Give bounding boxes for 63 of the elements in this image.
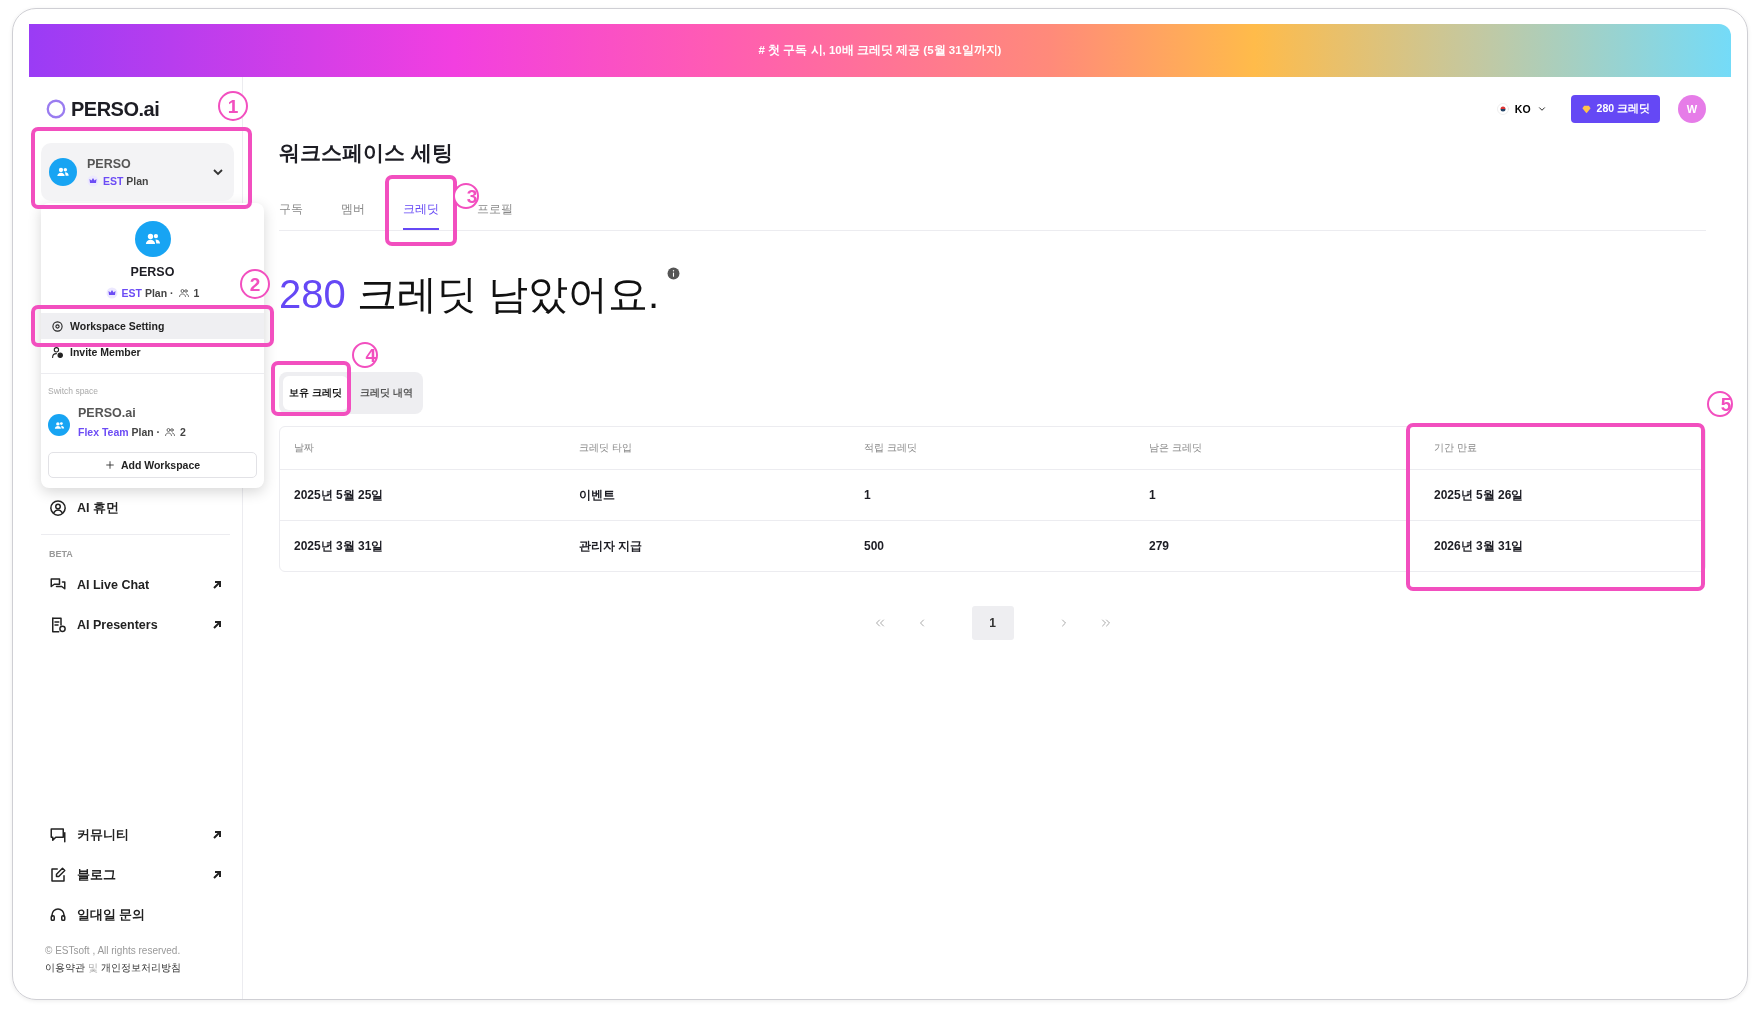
plan-label: Flex Team Plan · — [78, 426, 161, 438]
callout-number: 5 — [1707, 391, 1733, 417]
nav-label: AI 휴먼 — [77, 499, 120, 517]
segment[interactable]: 보유 크레딧 — [283, 376, 348, 410]
column-header: 기간 만료 — [1420, 427, 1705, 470]
member-count: 2 — [180, 426, 186, 438]
page-button[interactable]: 1 — [971, 606, 1014, 640]
page-title: 워크스페이스 세팅 — [279, 140, 454, 166]
nav-label: 일대일 문의 — [77, 906, 147, 924]
nav-item[interactable]: AI Live Chat — [41, 565, 242, 605]
plan-label: EST Plan · — [121, 287, 174, 299]
language-selector[interactable]: KO — [1490, 102, 1553, 116]
workspace-name: PERSO — [130, 265, 175, 279]
add-workspace-button[interactable]: Add Workspace — [48, 452, 257, 478]
table-cell-text: 2026년 3월 31일 — [1433, 537, 1525, 555]
nav-item[interactable]: AI Presenters — [41, 605, 242, 645]
menu-item[interactable]: Invite Member — [41, 339, 264, 365]
tab[interactable]: 프로필 — [477, 195, 513, 230]
logo-text: PERSO.ai — [71, 97, 160, 121]
nav-item[interactable]: 커뮤니티 — [41, 815, 242, 855]
nav-label: 블로그 — [77, 866, 117, 884]
table-cell: 2025년 5월 25일 — [280, 470, 565, 521]
workspace-name[interactable]: PERSO.ai — [78, 406, 186, 420]
column-header: 적립 크레딧 — [850, 427, 1135, 470]
privacy-link[interactable]: 개인정보처리방침 — [101, 961, 181, 975]
table-cell: 이벤트 — [565, 470, 850, 521]
table-cell-text: 279 — [1148, 538, 1171, 555]
terms-link[interactable]: 이용약관 — [45, 961, 85, 975]
table-cell-text: 500 — [863, 538, 886, 555]
credits-button[interactable]: 280 크레딧 — [1570, 95, 1660, 123]
callout-number: 3 — [453, 183, 479, 209]
tab[interactable]: 크레딧 — [403, 195, 439, 230]
table-cell: 2025년 5월 26일 — [1420, 470, 1705, 521]
callout-number: 1 — [218, 91, 248, 121]
table-cell: 1 — [1135, 470, 1420, 521]
nav-label: AI Presenters — [77, 618, 159, 632]
credits-remaining-text: 280 크레딧 남았어요. — [279, 271, 660, 318]
workspace-switcher[interactable]: PERSO EST Plan — [41, 143, 234, 201]
workspace-name: PERSO — [87, 157, 132, 171]
plan-label: EST Plan — [103, 175, 149, 187]
link-joiner: 및 — [88, 961, 98, 975]
copyright-text: © ESTsoft , All rights reserved. — [45, 945, 182, 956]
section-label: BETA — [48, 549, 74, 559]
banner-text: # 첫 구독 시, 10배 크레딧 제공 (5월 31일까지) — [758, 43, 1002, 58]
table-cell-text: 2025년 3월 31일 — [293, 537, 385, 555]
nav-item[interactable]: 일대일 문의 — [41, 895, 242, 935]
callout-number: 4 — [351, 342, 378, 368]
nav-item[interactable]: 블로그 — [41, 855, 242, 895]
column-header: 크레딧 타입 — [565, 427, 850, 470]
column-header: 남은 크레딧 — [1135, 427, 1420, 470]
tab[interactable]: 구독 — [279, 195, 303, 230]
tab[interactable]: 멤버 — [341, 195, 365, 230]
member-count: 1 — [193, 287, 200, 299]
callout-number: 2 — [240, 269, 270, 299]
nav-label: AI Live Chat — [77, 578, 151, 592]
nav-label: 커뮤니티 — [77, 826, 130, 844]
nav-item[interactable]: AI 휴먼 — [41, 488, 242, 528]
column-header: 날짜 — [280, 427, 565, 470]
table-cell-text: 관리자 지급 — [578, 537, 644, 555]
menu-item[interactable]: Workspace Setting — [41, 313, 264, 339]
segment[interactable]: 크레딧 내역 — [353, 376, 419, 410]
section-label: Switch space — [47, 386, 100, 396]
table-cell: 1 — [850, 470, 1135, 521]
